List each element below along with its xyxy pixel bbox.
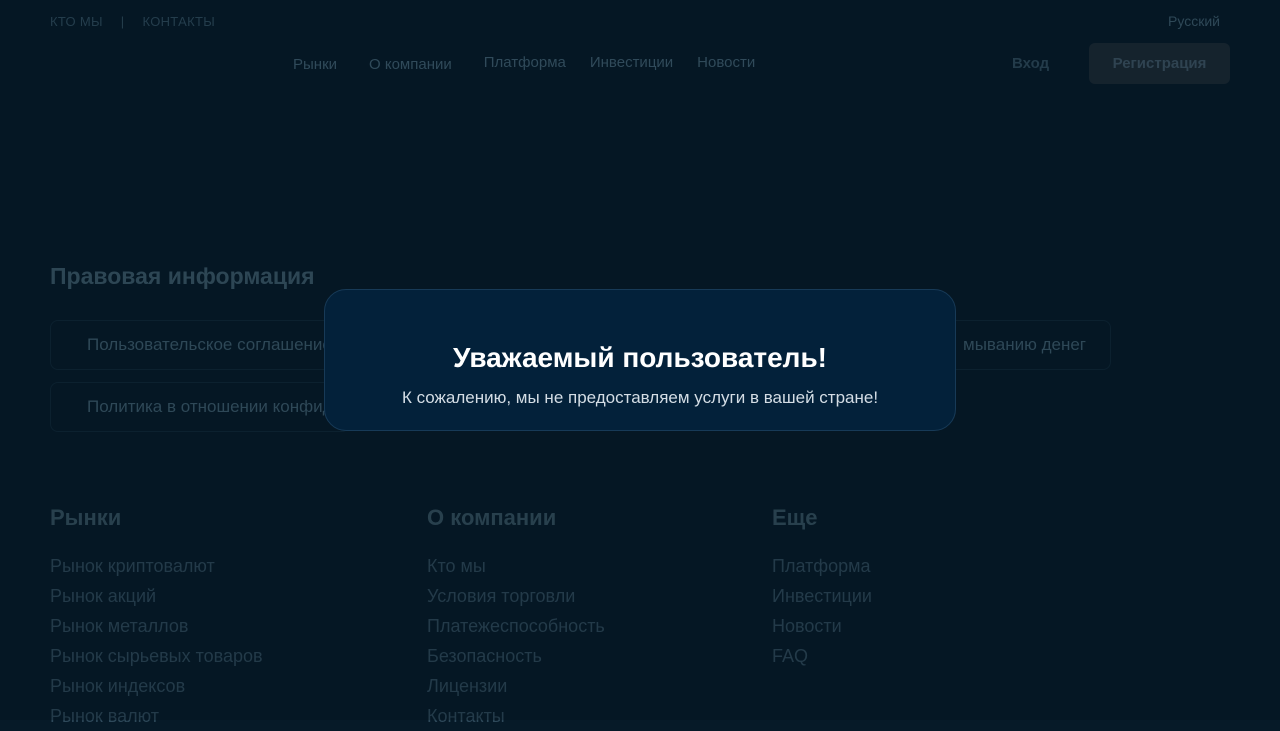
page-background: КТО МЫ | КОНТАКТЫ Русский Рынки О компании…	[0, 0, 1280, 726]
modal-message: К сожалению, мы не предоставляем услуги …	[401, 388, 879, 407]
geo-block-modal: Уважаемый пользователь! К сожалению, мы …	[324, 289, 956, 431]
modal-title: Уважаемый пользователь!	[452, 342, 828, 373]
